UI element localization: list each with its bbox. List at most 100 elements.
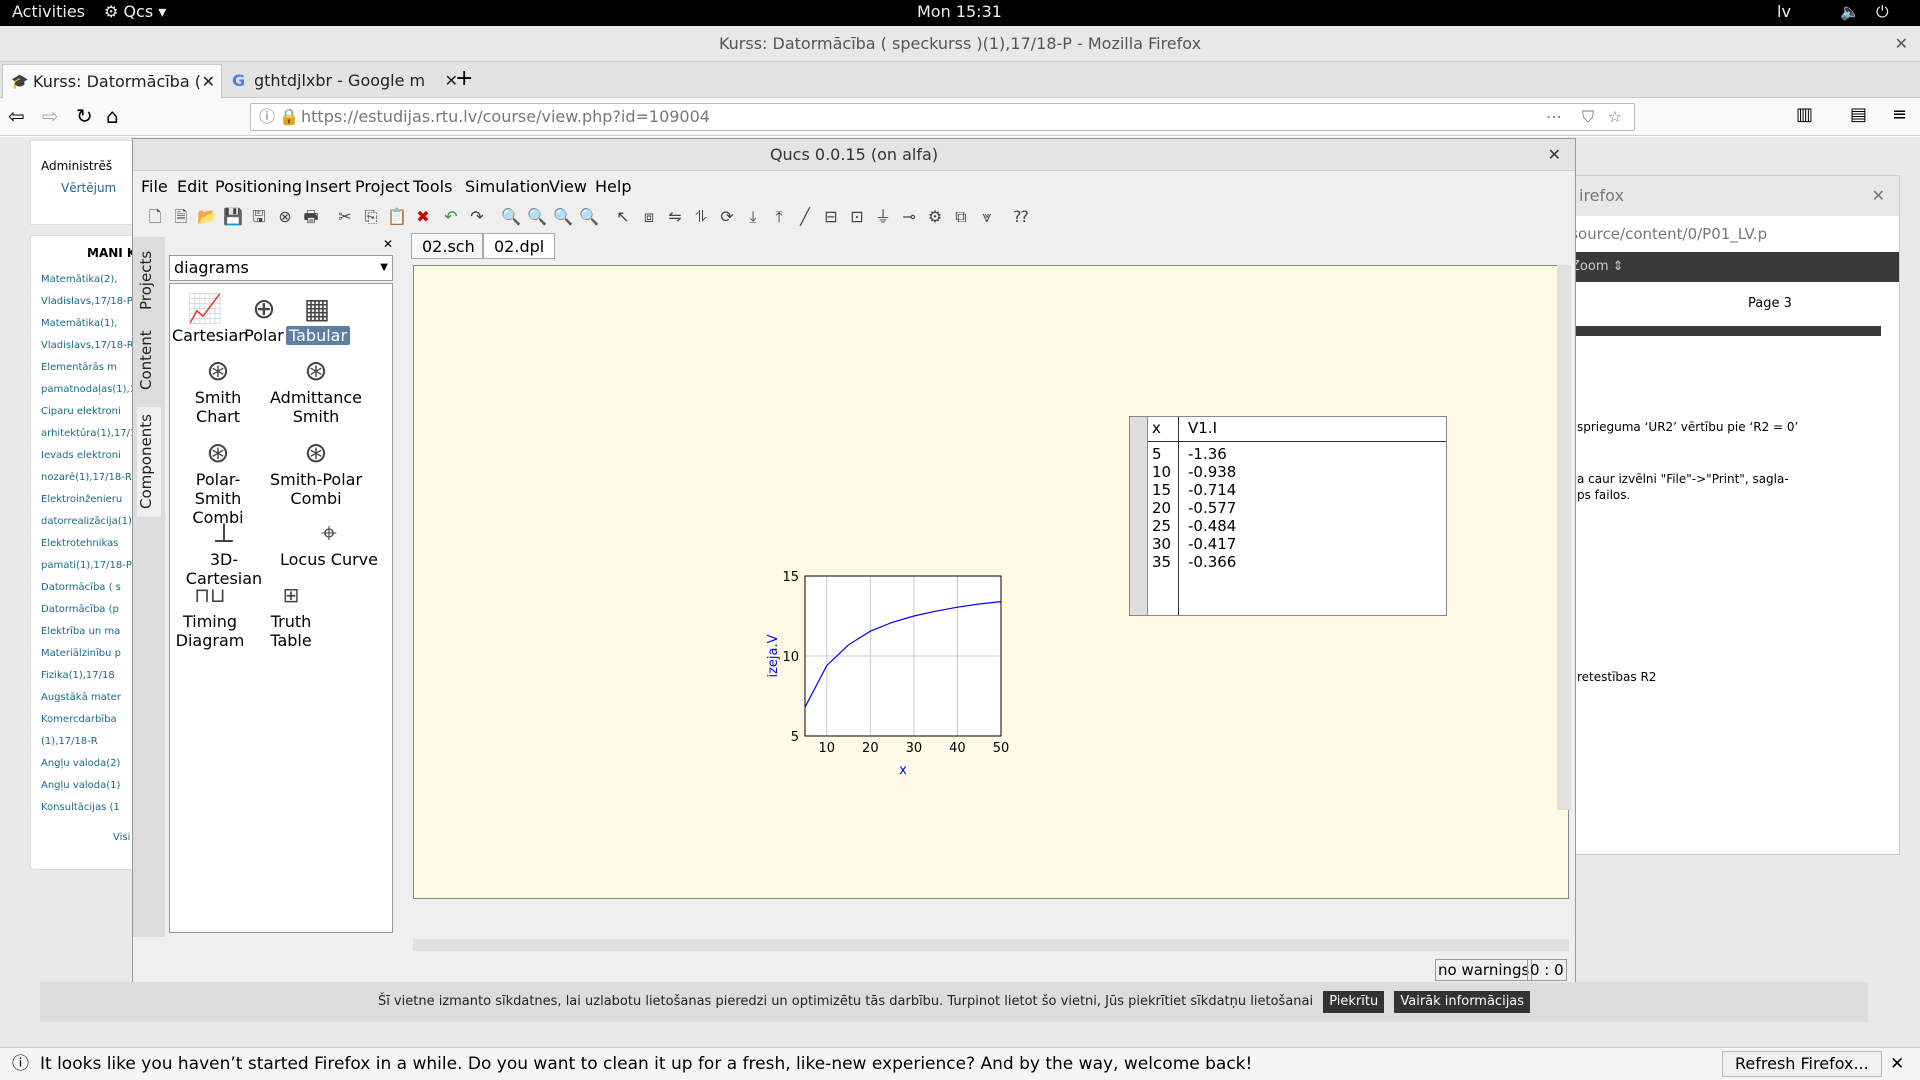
pdf-url-bar[interactable]: esource/content/0/P01_LV.p <box>1561 220 1899 248</box>
zoom-in-icon[interactable]: 🔍 <box>525 205 549 229</box>
tab-content[interactable]: Content <box>137 325 161 395</box>
course-link[interactable]: Datormācība (p <box>41 604 119 615</box>
simulate-icon[interactable]: ⚙ <box>923 205 947 229</box>
component-admittance-smith[interactable]: ⊛ Admittance Smith <box>268 354 364 426</box>
keyboard-layout[interactable]: lv <box>1777 2 1791 21</box>
reload-icon[interactable]: ↻ <box>76 104 93 128</box>
component-smith-chart[interactable]: ⊛ Smith Chart <box>174 354 262 426</box>
new-file-icon[interactable]: 🗋 <box>143 205 167 229</box>
tab-course[interactable]: 🎓 Kurss: Datormācība ( ✕ <box>2 64 222 98</box>
redo-icon[interactable]: ↷ <box>465 205 489 229</box>
component-category-select[interactable]: diagrams ▼ <box>169 255 393 281</box>
wire-label-icon[interactable]: ⊟ <box>819 205 843 229</box>
component-polar[interactable]: ⊕ Polar <box>244 292 284 345</box>
course-link[interactable]: Vladislavs,17/18-P <box>41 296 133 307</box>
rotate-icon[interactable]: ⟳ <box>715 205 739 229</box>
close-doc-icon[interactable]: ⊗ <box>273 205 297 229</box>
course-link[interactable]: (1),17/18-R <box>41 736 98 747</box>
menu-file[interactable]: File <box>141 177 168 196</box>
close-tab-icon[interactable]: ✕ <box>202 65 215 99</box>
menu-insert[interactable]: Insert <box>305 177 351 196</box>
menu-view[interactable]: View <box>549 177 587 196</box>
exit-subcircuit-icon[interactable]: ⤒ <box>767 205 791 229</box>
bookmark-star-icon[interactable]: ☆ <box>1608 104 1622 130</box>
zoom-100-icon[interactable]: 🔍 <box>577 205 601 229</box>
back-icon[interactable]: ⇦ <box>8 104 25 128</box>
paste-icon[interactable]: 📋 <box>385 205 409 229</box>
refresh-firefox-button[interactable]: Refresh Firefox... <box>1722 1051 1882 1077</box>
cut-icon[interactable]: ✂ <box>333 205 357 229</box>
volume-icon[interactable]: 🔈 <box>1840 2 1860 21</box>
course-link[interactable]: Ievads elektroni <box>41 450 121 461</box>
print-icon[interactable]: 🖶 <box>299 205 323 229</box>
component-polar-smith[interactable]: ⊛ Polar-Smith Combi <box>174 436 262 527</box>
course-link[interactable]: Vladislavs,17/18-R <box>41 340 134 351</box>
open-icon[interactable]: 📂 <box>195 205 219 229</box>
save-icon[interactable]: 💾 <box>221 205 245 229</box>
course-link[interactable]: Elementārās m <box>41 362 117 373</box>
admin-link[interactable]: Administrēš <box>41 159 112 173</box>
close-icon[interactable]: ✕ <box>1895 26 1908 62</box>
app-menu-button[interactable]: ⚙ Qcs ▾ <box>104 2 166 21</box>
wire-icon[interactable]: ╱ <box>793 205 817 229</box>
course-link[interactable]: Fizika(1),17/18 <box>41 670 115 681</box>
menu-project[interactable]: Project <box>355 177 410 196</box>
info-icon[interactable]: ⓘ <box>259 104 275 130</box>
course-link[interactable]: Angļu valoda(1) <box>41 780 120 791</box>
select-icon[interactable]: ↖ <box>611 205 635 229</box>
course-link[interactable]: Augstākā mater <box>41 692 121 703</box>
home-icon[interactable]: ⌂ <box>106 104 119 128</box>
cartesian-diagram[interactable]: 10 20 30 40 50 5 10 15 x izeja.V <box>751 566 1071 791</box>
mirror-y-icon[interactable]: ⥮ <box>689 205 713 229</box>
course-link[interactable]: Ciparu elektroni <box>41 406 121 417</box>
ground-icon[interactable]: ⏚ <box>871 205 895 229</box>
course-link[interactable]: Elektroinženieru <box>41 494 122 505</box>
menu-help[interactable]: Help <box>595 177 631 196</box>
course-link[interactable]: Matemātika(2), <box>41 274 117 285</box>
forward-icon[interactable]: ⇨ <box>42 104 59 128</box>
course-link[interactable]: Elektrība un ma <box>41 626 120 637</box>
component-locus-curve[interactable]: ⌖ Locus Curve <box>280 516 378 569</box>
component-tabular[interactable]: ▦ Tabular <box>286 292 351 345</box>
tabular-diagram[interactable]: x V1.I 5 -1.36 10 -0.938 15 -0.714 20 -0.577 25-… <box>1129 416 1447 616</box>
warnings-indicator[interactable]: no warnings <box>1435 959 1533 981</box>
zoom-fit-icon[interactable]: 🔍 <box>499 205 523 229</box>
view-data-icon[interactable]: ⧉ <box>949 205 973 229</box>
cookie-accept-button[interactable]: Piekrītu <box>1323 991 1385 1013</box>
tab-components[interactable]: Components <box>137 407 161 517</box>
menu-icon[interactable]: ≡ <box>1892 104 1907 125</box>
cookie-more-button[interactable]: Vairāk informācijas <box>1394 991 1531 1013</box>
menu-positioning[interactable]: Positioning <box>215 177 302 196</box>
course-link[interactable]: Konsultācijas (1 <box>41 802 120 813</box>
course-link[interactable]: Datormācība ( s <box>41 582 121 593</box>
course-link[interactable]: Angļu valoda(2) <box>41 758 120 769</box>
component-timing-diagram[interactable]: ⊓⊔ Timing Diagram <box>174 578 246 650</box>
all-courses-link[interactable]: Visi <box>113 832 130 843</box>
component-truth-table[interactable]: ⊞ Truth Table <box>248 578 334 650</box>
close-dock-icon[interactable]: ✕ <box>383 237 393 251</box>
tab-google[interactable]: G gthtdjlxbr - Google m ✕ <box>224 64 464 98</box>
tab-02-sch[interactable]: 02.sch <box>411 233 483 259</box>
vertical-scrollbar[interactable] <box>1557 265 1571 810</box>
component-cartesian[interactable]: 📈 Cartesian <box>172 292 248 345</box>
page-actions-icon[interactable]: ⋯ <box>1546 104 1562 130</box>
delete-icon[interactable]: ✖ <box>411 205 435 229</box>
zoom-out-icon[interactable]: 🔍 <box>551 205 575 229</box>
pocket-icon[interactable]: ⛉ <box>1582 104 1594 130</box>
new-tab-icon[interactable]: + <box>455 66 473 91</box>
power-icon[interactable]: ⏻ <box>1876 2 1889 22</box>
edit-component-icon[interactable]: ⧈ <box>637 205 661 229</box>
course-link[interactable]: nozarē(1),17/18-R <box>41 472 132 483</box>
activities-button[interactable]: Activities <box>12 2 85 21</box>
close-icon[interactable]: ✕ <box>1872 176 1885 216</box>
copy-icon[interactable]: ⎘ <box>359 205 383 229</box>
library-icon[interactable]: ▥ <box>1796 104 1813 125</box>
mirror-x-icon[interactable]: ⇋ <box>663 205 687 229</box>
close-icon[interactable]: ✕ <box>1890 1048 1904 1080</box>
grades-link[interactable]: Vērtējum <box>61 181 116 195</box>
horizontal-scrollbar[interactable] <box>413 939 1569 951</box>
zoom-select[interactable]: Zoom <box>1571 259 1608 274</box>
menu-simulation[interactable]: Simulation <box>465 177 550 196</box>
enter-subcircuit-icon[interactable]: ⤓ <box>741 205 765 229</box>
tab-02-dpl[interactable]: 02.dpl <box>483 233 555 259</box>
